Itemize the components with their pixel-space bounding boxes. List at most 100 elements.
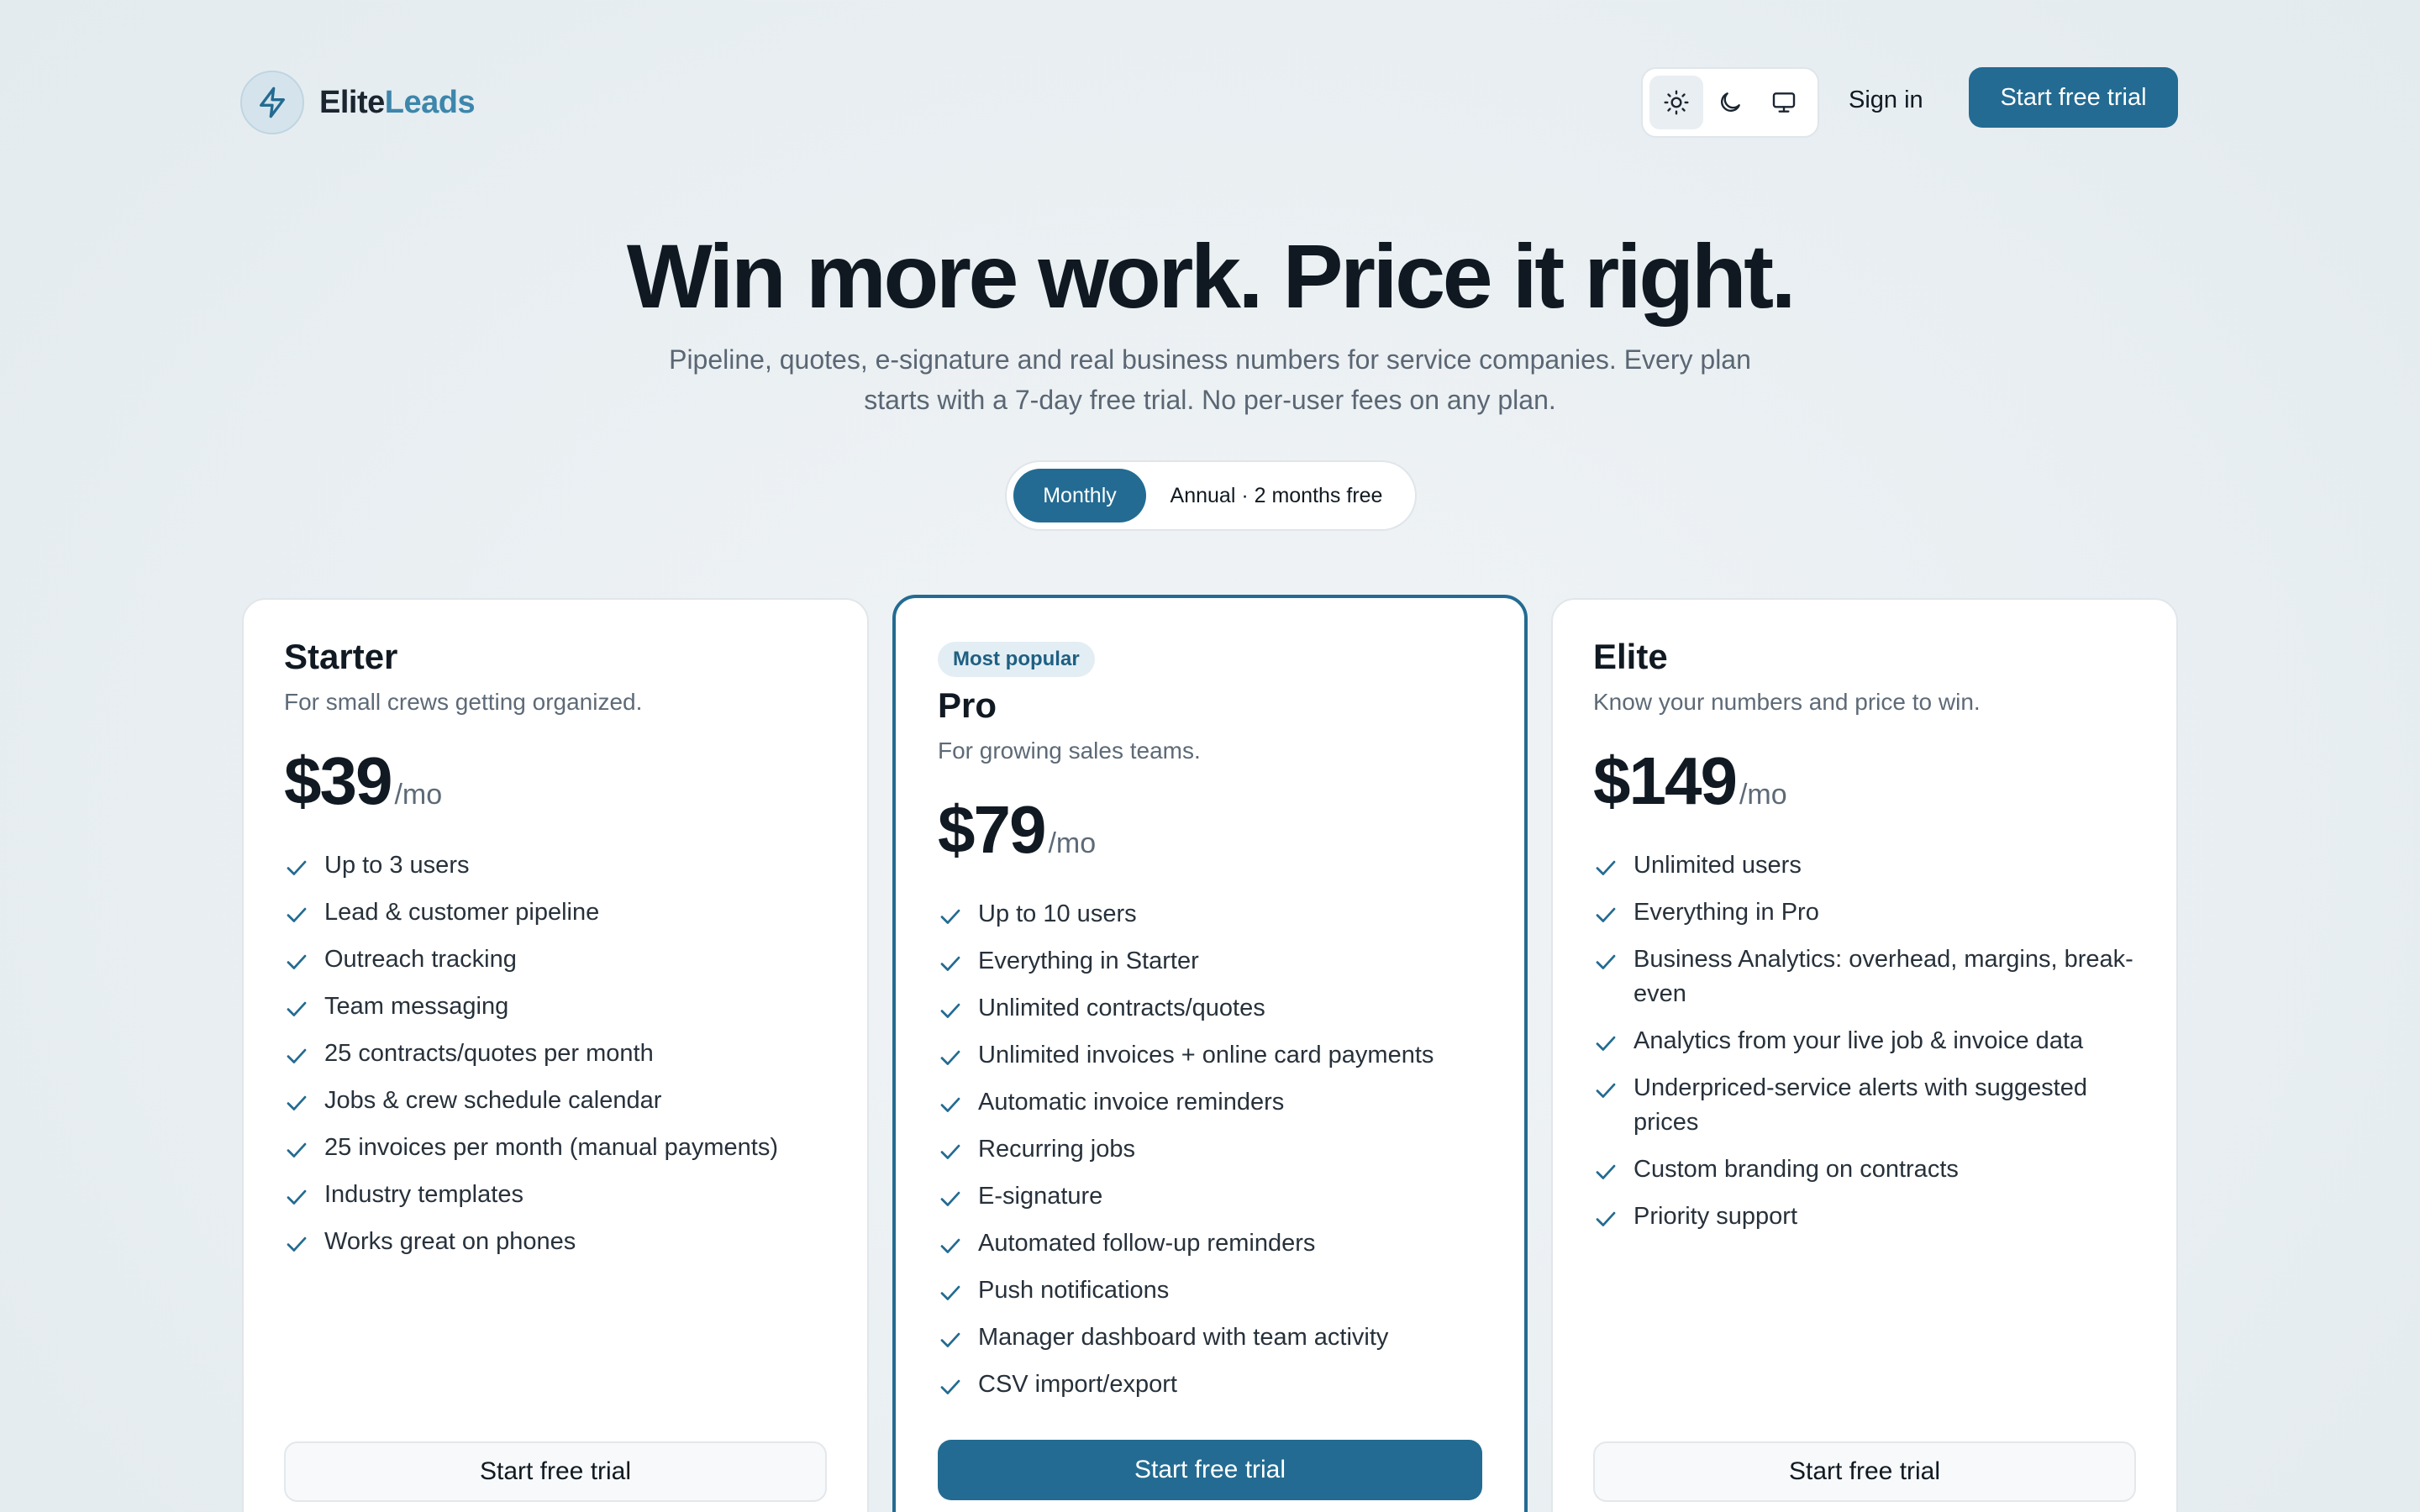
feature-list: Unlimited users Everything in Pro Business… — [1593, 848, 2143, 1247]
feature-text: 25 contracts/quotes per month — [324, 1040, 654, 1067]
feature-item: 25 contracts/quotes per month — [284, 1037, 834, 1071]
hero-title: Win more work. Price it right. — [626, 225, 1797, 327]
feature-item: Business Analytics: overhead, margins, b… — [1593, 942, 2143, 1011]
feature-item: CSV import/export — [938, 1368, 1491, 1402]
feature-text: Everything in Pro — [1634, 899, 1819, 926]
check-icon — [287, 1048, 307, 1063]
feature-item: Everything in Starter — [938, 944, 1491, 979]
check-icon — [940, 1332, 960, 1347]
feature-text: Unlimited users — [1634, 852, 1802, 879]
feature-item: Push notifications — [938, 1273, 1491, 1308]
plan-card-elite: Elite Know your numbers and price to win… — [1551, 598, 2178, 1512]
starter-start-trial-button[interactable]: Start free trial — [284, 1441, 827, 1502]
feature-text: Custom branding on contracts — [1634, 1156, 1959, 1183]
plan-price: $149 /mo — [1593, 743, 1787, 820]
check-icon — [287, 954, 307, 969]
sun-icon — [1664, 90, 1689, 115]
plan-card-starter: Starter For small crews getting organize… — [242, 598, 869, 1512]
feature-item: Automatic invoice reminders — [938, 1085, 1491, 1120]
check-icon — [940, 1285, 960, 1300]
theme-system-button[interactable] — [1757, 76, 1811, 129]
feature-text: Recurring jobs — [978, 1136, 1135, 1163]
feature-item: Recurring jobs — [938, 1132, 1491, 1167]
sign-in-link[interactable]: Sign in — [1849, 79, 1923, 121]
feature-item: Unlimited invoices + online card payment… — [938, 1038, 1491, 1073]
feature-item: Up to 3 users — [284, 848, 834, 883]
feature-text: Up to 10 users — [978, 900, 1137, 927]
check-icon — [287, 1001, 307, 1016]
billing-monthly-option[interactable]: Monthly — [1013, 469, 1146, 522]
feature-list: Up to 3 users Lead & customer pipeline Out… — [284, 848, 834, 1272]
most-popular-badge: Most popular — [938, 642, 1095, 677]
check-icon — [287, 907, 307, 922]
check-icon — [1596, 860, 1616, 875]
check-icon — [940, 1097, 960, 1112]
feature-text: Works great on phones — [324, 1228, 576, 1255]
feature-item: Jobs & crew schedule calendar — [284, 1084, 834, 1118]
plan-name: Elite — [1593, 637, 1668, 676]
feature-text: Everything in Starter — [978, 948, 1199, 974]
feature-item: Unlimited users — [1593, 848, 2143, 883]
brand-logo[interactable]: EliteLeads — [240, 71, 476, 134]
plan-price: $39 /mo — [284, 743, 442, 820]
feature-item: Manager dashboard with team activity — [938, 1320, 1491, 1355]
check-icon — [287, 1189, 307, 1205]
check-icon — [287, 1142, 307, 1158]
feature-text: Lead & customer pipeline — [324, 899, 600, 926]
price-period: /mo — [394, 779, 443, 811]
feature-item: Everything in Pro — [1593, 895, 2143, 930]
elite-start-trial-button[interactable]: Start free trial — [1593, 1441, 2136, 1502]
feature-text: Business Analytics: overhead, margins, b… — [1634, 946, 2133, 1007]
feature-text: Automatic invoice reminders — [978, 1089, 1285, 1116]
check-icon — [940, 1050, 960, 1065]
pro-start-trial-button[interactable]: Start free trial — [938, 1440, 1482, 1500]
billing-annual-option[interactable]: Annual · 2 months free — [1146, 469, 1407, 522]
feature-text: Underpriced-service alerts with suggeste… — [1634, 1074, 2087, 1136]
plan-card-pro: Most popular Pro For growing sales teams… — [892, 595, 1528, 1512]
plan-description: For growing sales teams. — [938, 738, 1201, 764]
feature-text: Team messaging — [324, 993, 509, 1020]
check-icon — [1596, 1211, 1616, 1226]
check-icon — [940, 909, 960, 924]
feature-item: Priority support — [1593, 1200, 2143, 1234]
feature-list: Up to 10 users Everything in Starter Unlim… — [938, 897, 1491, 1415]
feature-text: Unlimited invoices + online card payment… — [978, 1042, 1434, 1068]
feature-text: Push notifications — [978, 1277, 1170, 1304]
feature-text: 25 invoices per month (manual payments) — [324, 1134, 778, 1161]
plan-description: Know your numbers and price to win. — [1593, 689, 1981, 715]
check-icon — [1596, 954, 1616, 969]
feature-text: Outreach tracking — [324, 946, 517, 973]
feature-item: Up to 10 users — [938, 897, 1491, 932]
feature-text: Analytics from your live job & invoice d… — [1634, 1027, 2084, 1054]
start-free-trial-button[interactable]: Start free trial — [1969, 67, 2178, 128]
check-icon — [940, 1191, 960, 1206]
theme-light-button[interactable] — [1649, 76, 1703, 129]
plan-price: $79 /mo — [938, 791, 1096, 869]
feature-text: Jobs & crew schedule calendar — [324, 1087, 662, 1114]
plan-name: Pro — [938, 685, 997, 725]
feature-item: E-signature — [938, 1179, 1491, 1214]
feature-item: 25 invoices per month (manual payments) — [284, 1131, 834, 1165]
price-amount: $79 — [938, 792, 1046, 867]
feature-text: Unlimited contracts/quotes — [978, 995, 1265, 1021]
price-period: /mo — [1048, 827, 1097, 859]
feature-text: Priority support — [1634, 1203, 1798, 1230]
feature-text: Automated follow-up reminders — [978, 1230, 1316, 1257]
check-icon — [1596, 1164, 1616, 1179]
feature-item: Lead & customer pipeline — [284, 895, 834, 930]
feature-item: Underpriced-service alerts with suggeste… — [1593, 1071, 2143, 1140]
feature-item: Automated follow-up reminders — [938, 1226, 1491, 1261]
theme-dark-button[interactable] — [1703, 76, 1757, 129]
feature-text: Industry templates — [324, 1181, 523, 1208]
feature-text: Manager dashboard with team activity — [978, 1324, 1389, 1351]
monitor-icon — [1772, 92, 1796, 113]
billing-toggle: Monthly Annual · 2 months free — [1005, 460, 1417, 531]
price-period: /mo — [1739, 779, 1787, 811]
feature-text: CSV import/export — [978, 1371, 1177, 1398]
feature-text: Up to 3 users — [324, 852, 470, 879]
feature-item: Unlimited contracts/quotes — [938, 991, 1491, 1026]
check-icon — [940, 1379, 960, 1394]
plan-description: For small crews getting organized. — [284, 689, 643, 715]
feature-item: Custom branding on contracts — [1593, 1152, 2143, 1187]
feature-text: E-signature — [978, 1183, 1103, 1210]
